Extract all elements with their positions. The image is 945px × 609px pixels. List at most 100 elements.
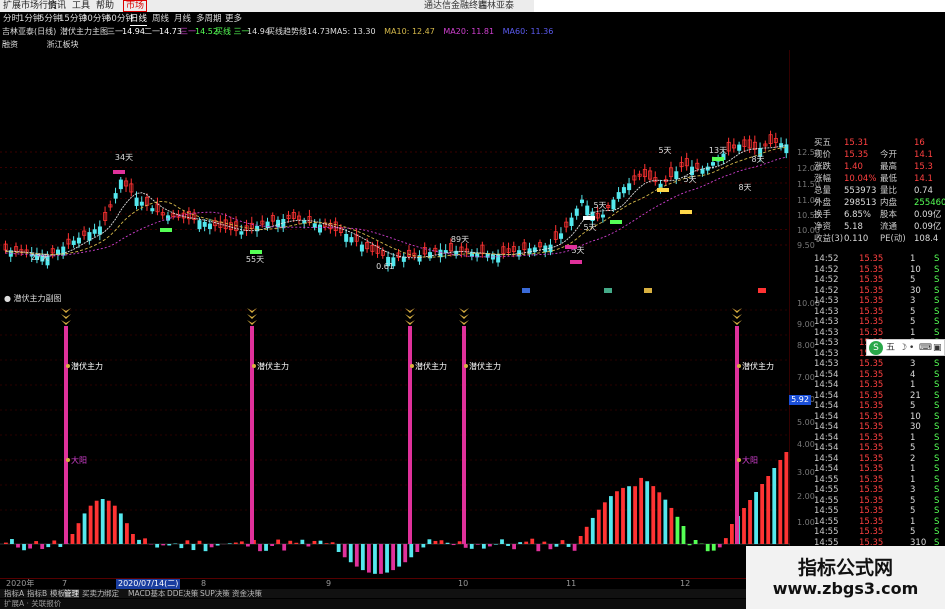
histogram-bar <box>475 544 480 545</box>
arrow-icon <box>732 320 742 325</box>
period-timeshare[interactable]: 分时 <box>3 13 20 25</box>
quote-cell: 股本 <box>880 210 898 220</box>
line4-label: 买线 三一 <box>215 27 250 36</box>
period-multi[interactable]: 多周期 <box>196 13 222 25</box>
big-label: 大阳 <box>71 455 87 465</box>
tab-dde[interactable]: DDE决策 <box>167 589 198 598</box>
candle-label: 5天 <box>593 201 606 210</box>
histogram-bar <box>730 524 734 544</box>
tab-sup[interactable]: SUP决策 <box>200 589 230 598</box>
candle <box>627 183 632 191</box>
shirt-icon[interactable]: ▣ <box>933 341 942 355</box>
histogram-bar <box>609 496 613 544</box>
histogram-bar <box>542 541 547 544</box>
date-label: 2020年 <box>6 579 35 588</box>
period-daily[interactable]: 日线 <box>130 13 148 26</box>
histogram-bar <box>197 540 202 544</box>
histogram-bar <box>711 544 716 551</box>
candle <box>600 214 605 218</box>
keyboard-icon[interactable]: ⌨ <box>919 341 932 355</box>
histogram-bar <box>143 538 147 544</box>
quote-cell: 量比 <box>880 186 898 196</box>
quote-cell: 15.31 <box>844 138 869 148</box>
histogram-bar <box>500 539 504 544</box>
tick-cell: S <box>934 516 940 527</box>
axis-tick: 8.00 <box>797 341 815 350</box>
tick-cell: 15.35 <box>859 474 884 485</box>
candle <box>166 215 171 221</box>
tick-cell: S <box>934 495 940 506</box>
toolbar-label[interactable]: 五 <box>886 341 895 355</box>
histogram-bar <box>651 486 656 544</box>
tick-row: 14:55 15.35 3 S <box>814 485 945 495</box>
indicator-name[interactable]: 潜伏主力主图 <box>60 26 108 38</box>
candle <box>569 217 574 226</box>
tick-cell: 1 <box>910 464 916 474</box>
histogram-bar <box>415 544 420 552</box>
moon-icon[interactable]: ☽ <box>899 341 907 355</box>
tick-cell: 3 <box>910 485 916 495</box>
tab-indicator-a[interactable]: 指标A <box>4 589 24 598</box>
histogram-bar <box>118 513 123 544</box>
stock-name: 吉林亚泰(日线) <box>2 27 57 36</box>
tab-indicator-b[interactable]: 指标B <box>27 589 47 598</box>
quote-cell: 内盘 <box>880 198 898 208</box>
tick-cell: 15.35 <box>859 327 884 338</box>
tab-margin[interactable]: 融资 <box>2 40 18 49</box>
tick-cell: 1 <box>910 254 916 264</box>
menu-item-help[interactable]: 帮助 <box>96 0 114 12</box>
tick-list[interactable]: 14:52 15.35 1 S 14:52 15.35 10 S 14:52 15.35 5 S 14:… <box>814 254 945 569</box>
histogram-bar <box>294 542 299 544</box>
candle <box>202 221 207 227</box>
period-more[interactable]: 更多 <box>225 13 242 25</box>
tab-template[interactable]: 模板 <box>50 589 65 598</box>
candle <box>496 253 501 263</box>
tab-macd[interactable]: MACD基本 <box>128 589 165 598</box>
tick-cell: 14:55 <box>814 527 839 537</box>
line5-value: 14.73 <box>307 27 330 36</box>
menu-item-news[interactable]: 资讯 <box>48 0 66 12</box>
signal-dot <box>737 364 741 368</box>
menu-item-market[interactable]: 市场 <box>123 0 148 12</box>
candlestick-chart[interactable]: 34天27天 55天89天0.615天5天3天5天 13天5天8天8天 <box>0 50 790 300</box>
sogou-logo-icon[interactable]: S <box>869 341 883 355</box>
tab-bind[interactable]: 绑定 <box>104 589 119 598</box>
floating-toolbar[interactable]: S 五 ☽ • ⌨ ▣ <box>866 339 945 356</box>
tab-zhejiang-sector[interactable]: 浙江板块 <box>47 40 79 49</box>
histogram-bar <box>445 542 450 544</box>
candle <box>700 169 705 174</box>
tab-fund[interactable]: 资金决策 <box>232 589 262 598</box>
candle-label: 13天 <box>709 146 727 155</box>
arrow-icon <box>61 320 71 325</box>
tick-cell: 5 <box>910 275 916 285</box>
quote-row: 收益(3) 0.110 PE(动) 108.4 <box>814 234 945 244</box>
histogram-bar <box>179 544 184 549</box>
axis-tick: 3.00 <box>797 468 815 477</box>
menu-item-tools[interactable]: 工具 <box>72 0 90 12</box>
tab-buy-sell[interactable]: 买卖力 <box>82 589 105 598</box>
histogram-bar <box>439 540 444 544</box>
dot-icon[interactable]: • <box>909 341 914 355</box>
histogram-bar <box>463 544 468 548</box>
candle <box>574 208 579 216</box>
quote-cell: 10.04% <box>844 174 877 184</box>
tab-manage[interactable]: 管理 <box>64 589 79 598</box>
histogram-bar <box>203 544 208 552</box>
histogram-bar <box>693 540 698 544</box>
period-monthly[interactable]: 月线 <box>174 13 191 25</box>
quote-cell: 最高 <box>880 162 898 172</box>
signal-marker <box>113 170 125 174</box>
histogram-bar <box>155 544 160 548</box>
candle <box>97 226 102 235</box>
histogram-bar <box>360 544 365 571</box>
date-label: 11 <box>566 579 577 588</box>
histogram-bar <box>167 544 172 546</box>
histogram-bar <box>342 544 347 558</box>
histogram-bar <box>88 505 93 544</box>
tick-cell: 14:54 <box>814 453 839 464</box>
indicator-chart[interactable]: 潜伏主力 潜伏主力 潜伏主力 潜伏主力 潜伏主力大阳 大阳 <box>0 300 790 580</box>
period-weekly[interactable]: 周线 <box>152 13 169 25</box>
tick-row: 14:55 15.35 5 S <box>814 506 945 516</box>
candle <box>87 232 92 241</box>
signal-label: 潜伏主力 <box>469 361 501 371</box>
